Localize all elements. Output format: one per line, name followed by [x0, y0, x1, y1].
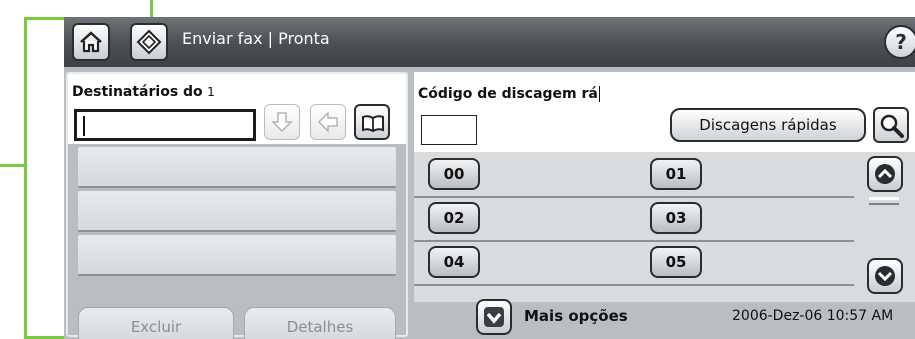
text-caret — [598, 86, 600, 102]
callout-line-left-top — [24, 17, 66, 20]
scrollbar[interactable] — [859, 152, 915, 302]
speed-dial-list: 00 01 02 03 04 05 — [414, 152, 915, 302]
speed-dial-02[interactable]: 02 — [428, 202, 480, 234]
title-bar: Enviar fax | Pronta ? — [64, 17, 915, 67]
home-button[interactable] — [72, 23, 110, 61]
chevron-up-icon — [875, 164, 895, 184]
recipients-list — [78, 144, 396, 276]
speed-dial-code-input[interactable] — [421, 115, 477, 145]
recipient-input[interactable] — [74, 109, 256, 141]
speed-dial-label: Código de discagem rá — [418, 86, 600, 102]
start-button[interactable] — [130, 23, 168, 61]
recipients-count: 1 — [207, 85, 215, 99]
callout-line-left-mid — [0, 164, 26, 167]
list-item[interactable] — [78, 191, 396, 232]
address-book-icon — [362, 115, 384, 133]
speed-dial-01[interactable]: 01 — [650, 158, 702, 190]
address-book-button[interactable] — [354, 104, 390, 140]
row-divider — [414, 196, 854, 198]
recipients-header: Destinatários do 1 — [68, 74, 406, 144]
list-item[interactable] — [78, 235, 396, 276]
scroll-thumb[interactable] — [869, 197, 899, 205]
callout-line-top — [150, 0, 153, 17]
recipients-panel: Destinatários do 1 Excluir Detalhes — [66, 72, 408, 339]
more-options-button[interactable] — [476, 299, 512, 335]
recipients-label: Destinatários do 1 — [72, 84, 215, 100]
row-divider — [414, 240, 854, 242]
speed-dial-05[interactable]: 05 — [650, 246, 702, 278]
date-time: 2006-Dez-06 10:57 AM — [732, 308, 894, 324]
search-button[interactable] — [873, 107, 909, 143]
callout-line-left-vertical — [24, 17, 27, 339]
help-button[interactable]: ? — [884, 25, 915, 59]
window-title: Enviar fax | Pronta — [182, 29, 330, 48]
more-options-label[interactable]: Mais opções — [524, 307, 628, 325]
chevron-down-icon — [484, 307, 504, 327]
arrow-down-icon — [271, 112, 293, 133]
speed-dial-03[interactable]: 03 — [650, 202, 702, 234]
scroll-down-button[interactable] — [867, 258, 903, 294]
scroll-up-button[interactable] — [867, 156, 903, 192]
speed-dial-00[interactable]: 00 — [428, 158, 480, 190]
control-panel-screen: Enviar fax | Pronta ? Destinatários do 1 — [64, 17, 915, 339]
magnifier-icon — [880, 114, 904, 138]
chevron-down-icon — [875, 266, 895, 286]
row-divider — [414, 284, 854, 286]
remove-recipient-button[interactable] — [310, 104, 346, 140]
delete-button[interactable]: Excluir — [78, 307, 234, 339]
home-icon — [80, 31, 102, 53]
speed-dials-button[interactable]: Discagens rápidas — [670, 108, 866, 142]
recipients-label-text: Destinatários do — [72, 84, 203, 100]
speed-dial-04[interactable]: 04 — [428, 246, 480, 278]
add-recipient-button[interactable] — [264, 104, 300, 140]
list-item[interactable] — [78, 147, 396, 188]
arrow-left-icon — [317, 111, 338, 133]
text-caret — [83, 116, 85, 136]
start-diamond-icon — [136, 29, 162, 55]
speed-dial-panel: Código de discagem rá Discagens rápidas … — [414, 72, 915, 302]
details-button[interactable]: Detalhes — [244, 307, 396, 339]
